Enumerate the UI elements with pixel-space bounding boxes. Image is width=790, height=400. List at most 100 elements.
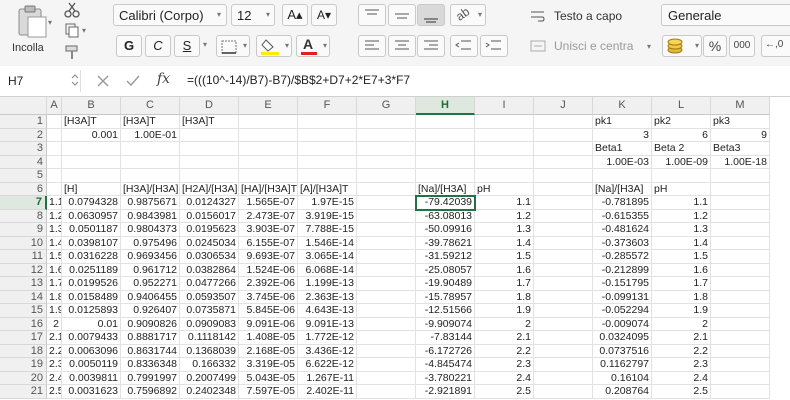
cell-d9[interactable]: 0.0195623: [180, 223, 239, 237]
cell-a7[interactable]: 1.1: [47, 196, 62, 210]
cell-m6[interactable]: [711, 182, 770, 196]
italic-button[interactable]: C: [145, 35, 171, 57]
copy-icon[interactable]: [64, 22, 80, 38]
cell-k4[interactable]: 1.00E-03: [593, 155, 652, 169]
cell-a18[interactable]: 2.2: [47, 344, 62, 358]
cell-c9[interactable]: 0.9804373: [121, 223, 180, 237]
cell-l9[interactable]: 1.3: [652, 223, 711, 237]
cell-f14[interactable]: 2.363E-13: [298, 290, 357, 304]
cell-i1[interactable]: [475, 115, 534, 129]
row-header-5[interactable]: 5: [0, 169, 47, 183]
cell-g2[interactable]: [357, 128, 416, 142]
cell-k14[interactable]: -0.099131: [593, 290, 652, 304]
cell-c3[interactable]: [121, 142, 180, 156]
cell-a9[interactable]: 1.3: [47, 223, 62, 237]
cell-f10[interactable]: 1.546E-14: [298, 236, 357, 250]
cell-a13[interactable]: 1.7: [47, 277, 62, 291]
cell-g14[interactable]: [357, 290, 416, 304]
cell-h11[interactable]: -31.59212: [416, 250, 475, 264]
cell-b19[interactable]: 0.0050119: [62, 358, 121, 372]
cell-f18[interactable]: 3.436E-12: [298, 344, 357, 358]
font-name-select[interactable]: Calibri (Corpo) ▾: [113, 4, 227, 26]
cell-i11[interactable]: 1.5: [475, 250, 534, 264]
cell-k7[interactable]: -0.781895: [593, 196, 652, 210]
cell-f16[interactable]: 9.091E-13: [298, 317, 357, 331]
cell-g16[interactable]: [357, 317, 416, 331]
cell-k11[interactable]: -0.285572: [593, 250, 652, 264]
cell-d10[interactable]: 0.0245034: [180, 236, 239, 250]
cell-b11[interactable]: 0.0316228: [62, 250, 121, 264]
cell-m16[interactable]: [711, 317, 770, 331]
cell-m17[interactable]: [711, 331, 770, 345]
cell-e19[interactable]: 3.319E-05: [239, 358, 298, 372]
cell-a11[interactable]: 1.5: [47, 250, 62, 264]
cell-h20[interactable]: -3.780221: [416, 371, 475, 385]
cell-c2[interactable]: 1.00E-01: [121, 128, 180, 142]
copy-dropdown-icon[interactable]: ▾: [82, 26, 86, 35]
cell-j17[interactable]: [534, 331, 593, 345]
cell-c21[interactable]: 0.7596892: [121, 385, 180, 399]
cell-h18[interactable]: -6.172726: [416, 344, 475, 358]
cell-j7[interactable]: [534, 196, 593, 210]
row-header-10[interactable]: 10: [0, 236, 47, 250]
column-header-b[interactable]: B: [62, 97, 121, 115]
cell-c12[interactable]: 0.961712: [121, 263, 180, 277]
bold-button[interactable]: G: [116, 35, 142, 57]
cell-b18[interactable]: 0.0063096: [62, 344, 121, 358]
cell-g7[interactable]: [357, 196, 416, 210]
cell-b14[interactable]: 0.0158489: [62, 290, 121, 304]
fill-color-button[interactable]: ▾: [256, 35, 292, 57]
cell-h19[interactable]: -4.845474: [416, 358, 475, 372]
column-header-h[interactable]: H: [416, 97, 475, 115]
cell-d4[interactable]: [180, 155, 239, 169]
cell-i21[interactable]: 2.5: [475, 385, 534, 399]
increase-font-button[interactable]: A▴: [282, 4, 308, 26]
cell-e20[interactable]: 5.043E-05: [239, 371, 298, 385]
cell-a1[interactable]: [47, 115, 62, 129]
cell-c20[interactable]: 0.7991997: [121, 371, 180, 385]
align-center-button[interactable]: [388, 35, 416, 57]
increase-indent-button[interactable]: [480, 35, 508, 57]
row-header-14[interactable]: 14: [0, 290, 47, 304]
cell-m9[interactable]: [711, 223, 770, 237]
cell-e16[interactable]: 9.091E-06: [239, 317, 298, 331]
cell-l19[interactable]: 2.3: [652, 358, 711, 372]
cell-j13[interactable]: [534, 277, 593, 291]
cell-d15[interactable]: 0.0735871: [180, 304, 239, 318]
cell-a6[interactable]: [47, 182, 62, 196]
cell-a8[interactable]: 1.2: [47, 209, 62, 223]
row-header-8[interactable]: 8: [0, 209, 47, 223]
cell-e7[interactable]: 1.565E-07: [239, 196, 298, 210]
cell-h8[interactable]: -63.08013: [416, 209, 475, 223]
row-header-9[interactable]: 9: [0, 223, 47, 237]
cell-g10[interactable]: [357, 236, 416, 250]
cell-m13[interactable]: [711, 277, 770, 291]
cell-f8[interactable]: 3.919E-15: [298, 209, 357, 223]
cell-d1[interactable]: [H3A]T: [180, 115, 239, 129]
cell-h3[interactable]: [416, 142, 475, 156]
cell-j16[interactable]: [534, 317, 593, 331]
cell-k21[interactable]: 0.208764: [593, 385, 652, 399]
cell-j5[interactable]: [534, 169, 593, 183]
column-header-e[interactable]: E: [239, 97, 298, 115]
cell-l1[interactable]: pk2: [652, 115, 711, 129]
cell-b4[interactable]: [62, 155, 121, 169]
cell-e11[interactable]: 9.693E-07: [239, 250, 298, 264]
cell-m1[interactable]: pk3: [711, 115, 770, 129]
row-header-12[interactable]: 12: [0, 263, 47, 277]
cell-g15[interactable]: [357, 304, 416, 318]
cell-i18[interactable]: 2.2: [475, 344, 534, 358]
cell-a14[interactable]: 1.8: [47, 290, 62, 304]
align-top-button[interactable]: [358, 4, 386, 26]
cell-a17[interactable]: 2.1: [47, 331, 62, 345]
cell-m3[interactable]: Beta3: [711, 142, 770, 156]
align-right-button[interactable]: [417, 35, 445, 57]
cell-a12[interactable]: 1.6: [47, 263, 62, 277]
cell-h14[interactable]: -15.78957: [416, 290, 475, 304]
cell-d3[interactable]: [180, 142, 239, 156]
cell-k12[interactable]: -0.212899: [593, 263, 652, 277]
cell-j21[interactable]: [534, 385, 593, 399]
insert-function-icon[interactable]: fx: [157, 71, 170, 87]
cell-j11[interactable]: [534, 250, 593, 264]
decrease-font-button[interactable]: A▾: [311, 4, 337, 26]
